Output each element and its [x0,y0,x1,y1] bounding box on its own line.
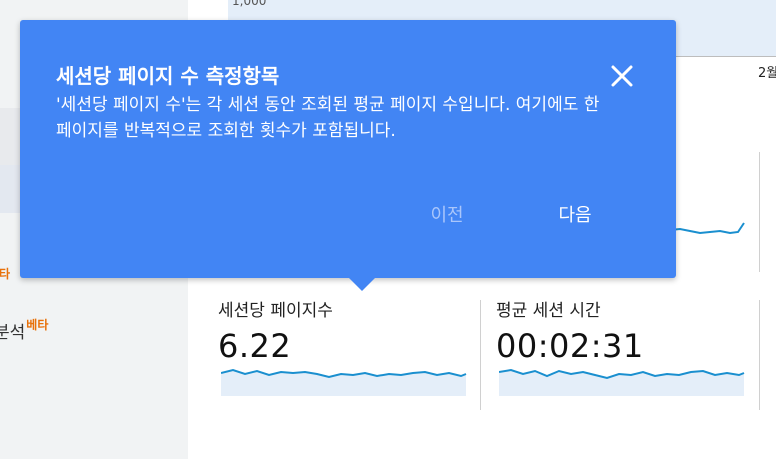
metric-value: 6.22 [218,327,292,365]
next-button[interactable]: 다음 [544,200,606,232]
close-icon [611,65,633,87]
popup-title: 세션당 페이지 수 측정항목 [56,64,280,88]
sidebar-item-beta[interactable]: 타 [0,263,10,283]
sidebar-item-label: 분석 [0,323,26,343]
metric-separator [759,152,760,272]
metric-pages-per-session[interactable]: 세션당 페이지수 6.22 [218,296,333,365]
sparkline-avg-session-duration [499,368,745,396]
prev-button[interactable]: 이전 [418,200,476,232]
metric-separator [480,300,481,410]
sidebar-item-dash[interactable]: · [0,224,1,244]
sparkline-pages-per-session [221,368,467,396]
tooltip-popup: 세션당 페이지 수 측정항목 '세션당 페이지 수'는 각 세션 동안 조회된 … [20,20,676,278]
popup-arrow [349,278,375,291]
sidebar-item-analysis[interactable]: 분석베타 [0,318,48,343]
popup-description: '세션당 페이지 수'는 각 세션 동안 조회된 평균 페이지 수입니다. 여기… [56,95,600,141]
close-button[interactable] [604,58,640,94]
metric-avg-session-duration[interactable]: 평균 세션 시간 00:02:31 [496,296,644,365]
metric-label: 평균 세션 시간 [496,301,601,321]
metric-label: 세션당 페이지수 [218,301,333,321]
beta-badge: 베타 [26,318,49,332]
x-tick-label: 2월 [758,66,776,81]
y-tick-label: 1,000 [232,0,267,8]
metric-separator [759,300,760,410]
beta-badge: 타 [0,267,11,281]
metric-value: 00:02:31 [496,327,644,365]
